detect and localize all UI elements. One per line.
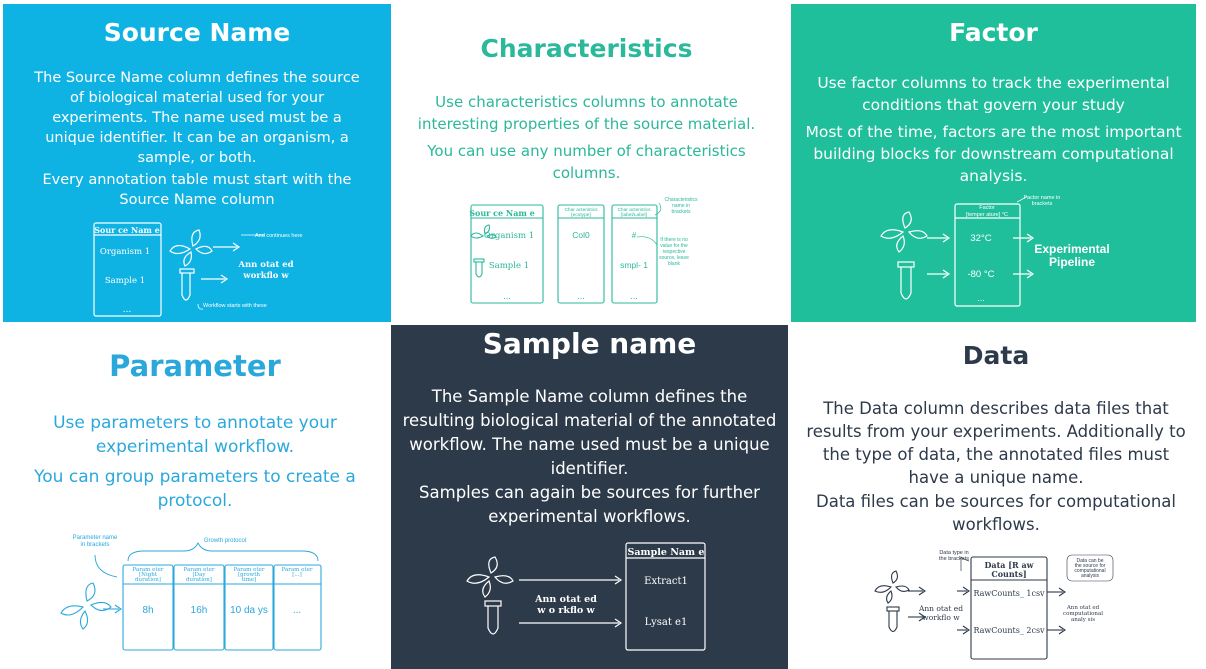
source-table-box [93,222,162,317]
char-col2-ellipsis: ... [577,292,585,301]
char-label-header-2: [label/Label] [621,212,647,218]
char-col3-ellipsis: ... [630,292,638,301]
parameter-panel: Parameter Use parameters to annotate you… [3,325,387,669]
data-note-source-4: analysis [1081,573,1100,579]
sample-table-box [625,542,706,651]
plant-icon [169,229,213,267]
characteristics-panel: Characteristics Use characteristics colu… [391,4,782,322]
plant-icon [60,582,112,630]
factor-row-32c: 32°C [970,233,991,244]
sample-workflow-label: w o rkflo w [536,605,595,616]
char-note-brackets-3: brackets [672,209,691,215]
factor-note-2: brackets [1032,201,1053,207]
tube-icon [484,600,502,635]
parameter-diagram: Parameter name in brackets Growth protoc… [60,535,322,651]
source-name-panel: Source Name The Source Name column defin… [3,4,391,322]
source-starts-note: Workflow starts with these [203,303,267,309]
sample-annotated-label: Ann otat ed [534,594,597,605]
source-annotated-label: Ann otat ed [237,260,293,270]
data-annotated-label: Ann otat ed [918,604,963,613]
plant-icon [874,570,910,604]
param-more-h2: [...] [292,572,302,578]
sample-name-panel: Sample name The Sample Name column defin… [391,325,788,669]
char-row-sample: Sample 1 [489,261,529,271]
factor-ellipsis: ... [977,294,985,303]
data-note-type-2: the brackets [939,556,969,562]
char-ecotype-table [557,204,605,304]
char-row-organism: Organism 1 [484,231,534,241]
char-label-table [611,204,658,304]
tube-icon [886,606,900,633]
param-night-h3: duration] [135,577,161,583]
param-day-h3: duration] [186,577,212,583]
source-table-header: Sour ce Nam e [94,225,160,235]
char-label-blank-mark: # [632,231,637,240]
source-continues-note: And continues here [255,233,302,239]
data-panel: Data The Data column describes data file… [791,325,1201,669]
factor-pipeline-2: Pipeline [1049,255,1095,269]
factor-header-1: Factor [979,205,995,211]
factor-row-80c: -80 °C [967,269,994,280]
factor-pipeline-1: Experimental [1034,242,1109,256]
param-night-value: 8h [142,605,153,616]
source-name-diagram: Sour ce Nam e Organism 1 Sample 1 ... An… [93,222,302,317]
char-source-header: Sour ce Nam e [469,208,535,218]
data-row-2: RawCounts_ 2csv [973,626,1045,635]
param-col-day-labels: Param eter [Day duration] 16h [184,567,215,616]
char-ecotype-value: Col0 [572,230,590,240]
data-workflow-label: workflo w [922,613,960,622]
factor-panel: Factor Use factor columns to track the e… [791,4,1196,322]
char-label-value: smpl- 1 [620,260,648,270]
data-row-1: RawCounts_ 1csv [973,589,1045,598]
source-row-sample: Sample 1 [105,276,145,286]
plant-icon [466,556,514,598]
data-header-2: Counts] [991,569,1026,579]
param-col-growth-labels: Param eter [growth time] 10 da ys [230,567,268,616]
source-ellipsis: ... [123,305,132,315]
char-ecotype-header-2: [ecotype] [571,212,590,218]
param-growth-h3: time] [242,577,257,583]
factor-header-2: [temper ature] °C [966,212,1008,218]
tube-icon [897,261,915,300]
param-note-1: Parameter name [73,535,118,541]
data-diagram: Data [R aw Counts] RawCounts_ 1csv RawCo… [874,550,1114,660]
param-group-label: Growth protocol [204,538,246,544]
param-more-value: ... [293,605,301,616]
plant-icon [880,211,928,253]
tube-icon [473,258,485,278]
source-workflow-label: workflo w [242,271,289,281]
factor-table-box [954,203,1021,307]
sample-row-lysate: Lysat e1 [645,617,688,628]
characteristics-diagram: Sour ce Nam e Organism 1 Sample 1 ... Ch… [469,197,698,304]
char-col1-ellipsis: ... [503,292,511,301]
sample-name-diagram: Sample Nam e Extract1 Lysat e1 Ann otat … [466,542,706,651]
param-growth-value: 10 da ys [230,605,268,616]
param-day-value: 16h [191,605,208,616]
data-comp-3: analy sis [1071,617,1095,623]
param-note-2: in brackets [80,542,109,548]
source-row-organism: Organism 1 [100,247,150,257]
tube-icon [179,268,195,301]
sample-table-header: Sample Nam e [628,547,705,558]
char-source-table [470,204,544,304]
sample-row-extract: Extract1 [644,576,688,587]
param-col-night-labels: Param eter [Night duration] 8h [133,567,164,616]
factor-diagram: Factor [temper ature] °C 32°C -80 °C ...… [880,195,1110,307]
param-col-more-labels: Param eter [...] ... [282,567,313,616]
char-note-blank-5: blank [668,261,680,267]
